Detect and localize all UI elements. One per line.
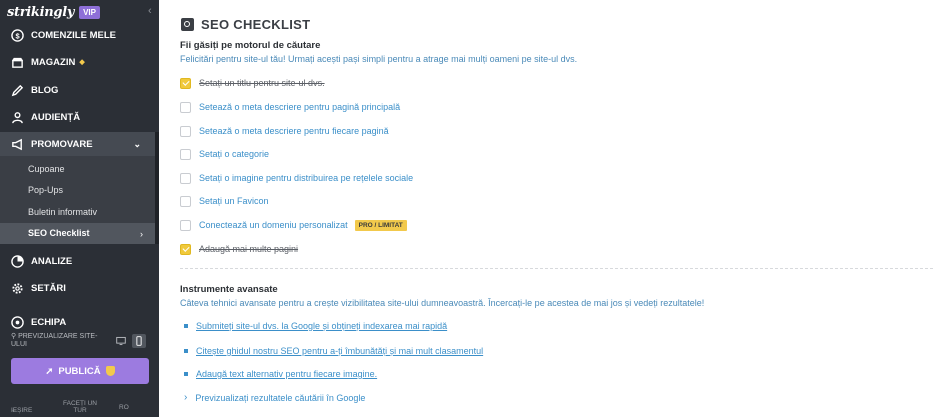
logo[interactable]: strikingly (7, 5, 74, 20)
exit-label: IEȘIRE (11, 407, 33, 414)
store-icon (11, 56, 24, 69)
checklist-item[interactable]: Conectează un domeniu personalizat PRO / … (180, 218, 407, 232)
pen-icon (11, 84, 24, 97)
chevron-right-icon: › (184, 392, 188, 403)
rocket-icon: ➚ (45, 365, 54, 377)
advanced-link-alt-text[interactable]: Adaugă text alternativ pentru fiecare im… (180, 369, 377, 379)
checkbox[interactable] (180, 101, 191, 113)
link-text: Citește ghidul nostru SEO pentru a-ți îm… (196, 346, 484, 356)
team-icon (11, 315, 24, 329)
nav-item-analytics[interactable]: ANALIZE (0, 249, 159, 273)
nav-label: BLOG (31, 84, 59, 96)
nav-item-orders[interactable]: $ COMENZILE MELE (0, 23, 159, 47)
chart-icon (11, 254, 24, 268)
google-preview-toggle[interactable]: › Previzualizați rezultatele căutării în … (180, 392, 365, 403)
dollar-icon: $ (11, 28, 24, 42)
checkbox-checked[interactable] (180, 243, 191, 255)
bullet-icon (184, 324, 188, 328)
checklist-item[interactable]: Setează o meta descriere pentru fiecare … (180, 124, 389, 138)
nav-item-team[interactable]: ECHIPA (0, 310, 159, 334)
nav-label: SETĂRI (31, 282, 66, 294)
language-selector[interactable]: RO (119, 404, 129, 411)
sub-item-coupons[interactable]: Cupoane (28, 159, 65, 179)
mobile-preview-icon[interactable] (132, 334, 146, 348)
page-title: SEO CHECKLIST (181, 17, 310, 32)
nav-item-store[interactable]: MAGAZIN ◆ (0, 50, 159, 74)
preview-label: PREVIZUALIZARE SITE-ULUI (11, 333, 98, 348)
section-divider (180, 268, 933, 269)
svg-text:$: $ (15, 31, 20, 40)
checklist-item[interactable]: Adaugă mai multe pagini (180, 242, 298, 256)
nav-item-blog[interactable]: BLOG (0, 78, 159, 102)
publish-button[interactable]: ➚ PUBLICĂ (11, 358, 149, 384)
seo-search-icon (181, 18, 194, 31)
checklist-item[interactable]: Setați un titlu pentru site-ul dvs. (180, 76, 325, 90)
nav-label: MAGAZIN (31, 56, 76, 68)
checklist-item-label[interactable]: Setați o categorie (199, 149, 269, 159)
bullet-icon (184, 372, 188, 376)
sub-item-popups[interactable]: Pop-Ups (28, 180, 63, 200)
link-text: Submiteți site-ul dvs. la Google și obți… (196, 321, 448, 331)
link-text: Adaugă text alternativ pentru fiecare im… (196, 369, 378, 379)
app-window: strikingly VIP ‹ $ COMENZILE MELE MAGAZI… (0, 0, 933, 417)
vip-badge: VIP (79, 5, 100, 19)
nav-label: AUDIENȚĂ (31, 111, 81, 123)
sidebar: strikingly VIP ‹ $ COMENZILE MELE MAGAZI… (0, 0, 159, 417)
nav-label: ECHIPA (31, 316, 67, 328)
checklist-item[interactable]: Setați o categorie (180, 147, 269, 161)
search-section-heading: Fii găsiți pe motorul de căutare (180, 40, 321, 51)
person-icon (11, 111, 24, 124)
checkbox[interactable] (180, 195, 191, 207)
advanced-link-seo-guide[interactable]: Citește ghidul nostru SEO pentru a-ți îm… (180, 346, 483, 356)
checklist-item-label: Adaugă mai multe pagini (199, 244, 299, 254)
desktop-preview-icon[interactable] (114, 334, 128, 348)
bullet-icon (184, 349, 188, 353)
preview-site[interactable]: ⚲ PREVIZUALIZARE SITE-ULUI (11, 333, 101, 349)
toggle-text: Previzualizați rezultatele căutării în G… (195, 392, 366, 403)
checkbox[interactable] (180, 148, 191, 160)
search-section-description: Felicitări pentru site-ul tău! Urmați ac… (180, 54, 578, 64)
sub-item-newsletter[interactable]: Buletin informativ (28, 202, 97, 222)
tour-link[interactable]: FACEȚI UN TUR (60, 400, 100, 414)
megaphone-icon (11, 138, 24, 151)
advanced-section-description: Câteva tehnici avansate pentru a crește … (180, 298, 705, 308)
chevron-right-icon: › (140, 229, 143, 239)
checkbox[interactable] (180, 125, 191, 137)
checklist-item[interactable]: Setează o meta descriere pentru pagină p… (180, 100, 400, 114)
shield-icon (105, 366, 115, 376)
checkbox-checked[interactable] (180, 77, 191, 89)
checklist-item-label[interactable]: Setați un Favicon (199, 196, 269, 206)
logo-row: strikingly VIP (0, 0, 159, 24)
chevron-down-icon: ⌄ (133, 138, 141, 149)
checkbox[interactable] (180, 219, 191, 231)
nav-item-settings[interactable]: SETĂRI (0, 276, 159, 300)
sub-item-seo-checklist[interactable]: SEO Checklist (28, 223, 90, 243)
checklist-item-label[interactable]: Conectează un domeniu personalizat (199, 220, 348, 230)
gear-icon (11, 282, 24, 295)
collapse-sidebar-icon[interactable]: ‹ (148, 5, 152, 17)
premium-diamond-icon: ◆ (79, 59, 85, 66)
nav-label: PROMOVARE (31, 138, 93, 150)
checklist-item-label: Setați un titlu pentru site-ul dvs. (199, 78, 325, 88)
nav-label: COMENZILE MELE (31, 29, 116, 41)
checklist-item[interactable]: Setați o imagine pentru distribuirea pe … (180, 171, 413, 185)
sidebar-footer: ← IEȘIRE FACEȚI UN TUR RO (0, 400, 159, 417)
advanced-link-submit-google[interactable]: Submiteți site-ul dvs. la Google și obți… (180, 321, 447, 331)
advanced-section-heading: Instrumente avansate (180, 284, 278, 295)
pro-limited-badge: PRO / LIMITAT (354, 219, 407, 231)
checkbox[interactable] (180, 172, 191, 184)
checklist-item[interactable]: Setați un Favicon (180, 194, 269, 208)
checklist-item-label[interactable]: Setează o meta descriere pentru pagină p… (199, 102, 400, 112)
nav-item-promote[interactable]: PROMOVARE ⌄ (0, 132, 155, 156)
main-content: SEO CHECKLIST Fii găsiți pe motorul de c… (159, 0, 933, 417)
nav-item-audience[interactable]: AUDIENȚĂ (0, 105, 159, 129)
checklist-item-label[interactable]: Setați o imagine pentru distribuirea pe … (199, 173, 413, 183)
checklist-item-label[interactable]: Setează o meta descriere pentru fiecare … (199, 126, 389, 136)
page-title-text: SEO CHECKLIST (201, 17, 311, 32)
publish-label: PUBLICĂ (58, 365, 101, 377)
nav-label: ANALIZE (31, 255, 73, 267)
